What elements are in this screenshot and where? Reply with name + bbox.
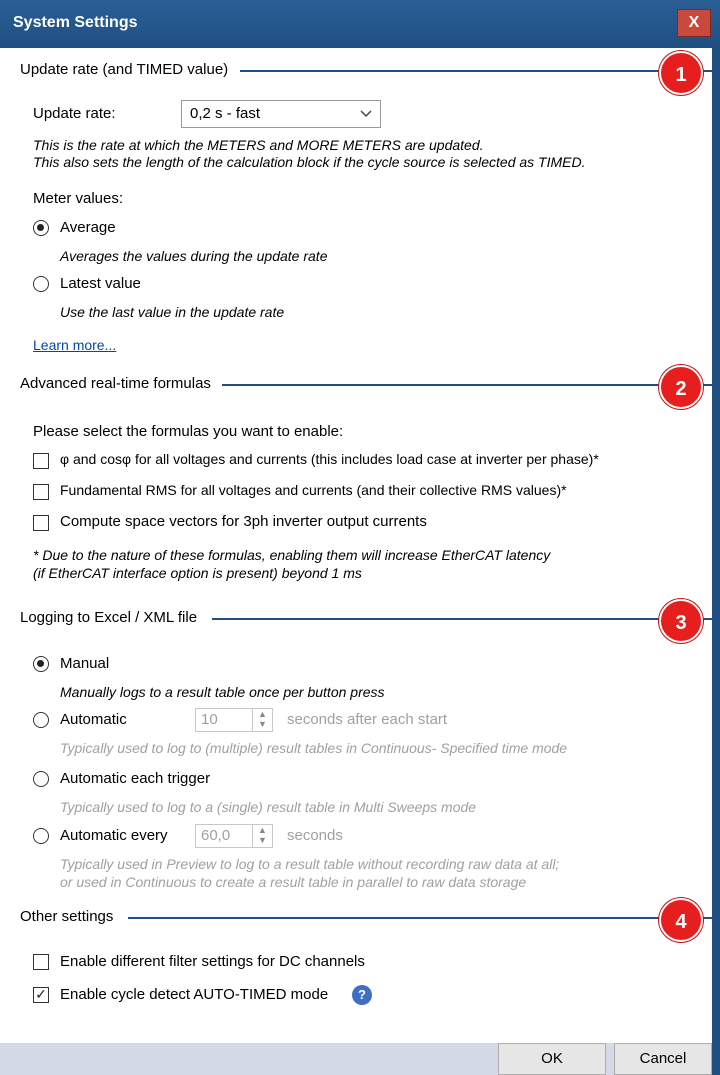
automatic-every-value: 60,0 bbox=[201, 827, 231, 844]
manual-description: Manually logs to a result table once per… bbox=[60, 684, 385, 700]
callout-badge-1: 1 bbox=[659, 51, 703, 95]
close-button[interactable]: X bbox=[677, 9, 711, 37]
section-header-update-rate: Update rate (and TIMED value) bbox=[20, 61, 229, 78]
automatic-each-trigger-radio[interactable] bbox=[33, 771, 49, 787]
automatic-label: Automatic bbox=[60, 711, 127, 728]
latest-value-radio[interactable] bbox=[33, 276, 49, 292]
manual-label: Manual bbox=[60, 655, 110, 672]
window-title: System Settings bbox=[13, 14, 138, 31]
automatic-radio[interactable] bbox=[33, 712, 49, 728]
automatic-every-label: Automatic every bbox=[60, 827, 168, 844]
manual-radio[interactable] bbox=[33, 656, 49, 672]
fundamental-rms-label: Fundamental RMS for all voltages and cur… bbox=[60, 482, 567, 498]
section-header-logging: Logging to Excel / XML file bbox=[20, 609, 198, 626]
automatic-description: Typically used to log to (multiple) resu… bbox=[60, 740, 568, 756]
update-rate-label: Update rate: bbox=[33, 105, 116, 122]
update-rate-description-1: This is the rate at which the METERS and… bbox=[33, 137, 484, 153]
automatic-every-description-1: Typically used in Preview to log to a re… bbox=[60, 856, 560, 872]
help-icon[interactable]: ? bbox=[352, 985, 372, 1005]
update-rate-value: 0,2 s - fast bbox=[190, 105, 261, 122]
dc-filter-checkbox[interactable] bbox=[33, 954, 49, 970]
callout-badge-4: 4 bbox=[659, 898, 703, 942]
phi-cosphi-checkbox[interactable] bbox=[33, 453, 49, 469]
auto-timed-checkbox[interactable]: ✓ bbox=[33, 987, 49, 1003]
average-description: Averages the values during the update ra… bbox=[60, 248, 328, 264]
space-vectors-checkbox[interactable] bbox=[33, 515, 49, 531]
average-label: Average bbox=[60, 219, 116, 236]
automatic-every-description-2: or used in Continuous to create a result… bbox=[60, 874, 527, 890]
section-divider bbox=[128, 917, 712, 919]
learn-more-link[interactable]: Learn more... bbox=[33, 337, 116, 353]
latest-value-label: Latest value bbox=[60, 275, 141, 292]
cancel-button[interactable]: Cancel bbox=[614, 1043, 712, 1075]
latest-value-description: Use the last value in the update rate bbox=[60, 304, 285, 320]
window-border-right bbox=[712, 48, 720, 1075]
automatic-seconds-value: 10 bbox=[201, 711, 218, 728]
automatic-seconds-suffix: seconds after each start bbox=[287, 711, 448, 728]
automatic-every-suffix: seconds bbox=[287, 827, 343, 844]
ok-button[interactable]: OK bbox=[498, 1043, 606, 1075]
callout-badge-2: 2 bbox=[659, 365, 703, 409]
dc-filter-label: Enable different filter settings for DC … bbox=[60, 953, 365, 970]
section-header-other: Other settings bbox=[20, 908, 114, 925]
fundamental-rms-checkbox[interactable] bbox=[33, 484, 49, 500]
spin-arrows-icon[interactable]: ▲ ▼ bbox=[252, 825, 272, 847]
callout-badge-3: 3 bbox=[659, 599, 703, 643]
space-vectors-label: Compute space vectors for 3ph inverter o… bbox=[60, 513, 427, 530]
phi-cosphi-label: φ and cosφ for all voltages and currents… bbox=[60, 451, 599, 467]
formulas-prompt: Please select the formulas you want to e… bbox=[33, 423, 344, 440]
spin-arrows-icon[interactable]: ▲ ▼ bbox=[252, 709, 272, 731]
section-divider bbox=[222, 384, 712, 386]
chevron-down-icon[interactable] bbox=[356, 102, 376, 124]
section-divider bbox=[240, 70, 712, 72]
formulas-note-1: * Due to the nature of these formulas, e… bbox=[33, 547, 551, 563]
automatic-each-trigger-label: Automatic each trigger bbox=[60, 770, 211, 787]
meter-values-label: Meter values: bbox=[33, 190, 124, 207]
automatic-each-trigger-description: Typically used to log to a (single) resu… bbox=[60, 799, 477, 815]
automatic-every-radio[interactable] bbox=[33, 828, 49, 844]
section-header-formulas: Advanced real-time formulas bbox=[20, 375, 211, 392]
section-divider bbox=[212, 618, 712, 620]
auto-timed-label: Enable cycle detect AUTO-TIMED mode bbox=[60, 986, 329, 1003]
average-radio[interactable] bbox=[33, 220, 49, 236]
update-rate-description-2: This also sets the length of the calcula… bbox=[33, 154, 586, 170]
formulas-note-2: (if EtherCAT interface option is present… bbox=[33, 565, 362, 581]
